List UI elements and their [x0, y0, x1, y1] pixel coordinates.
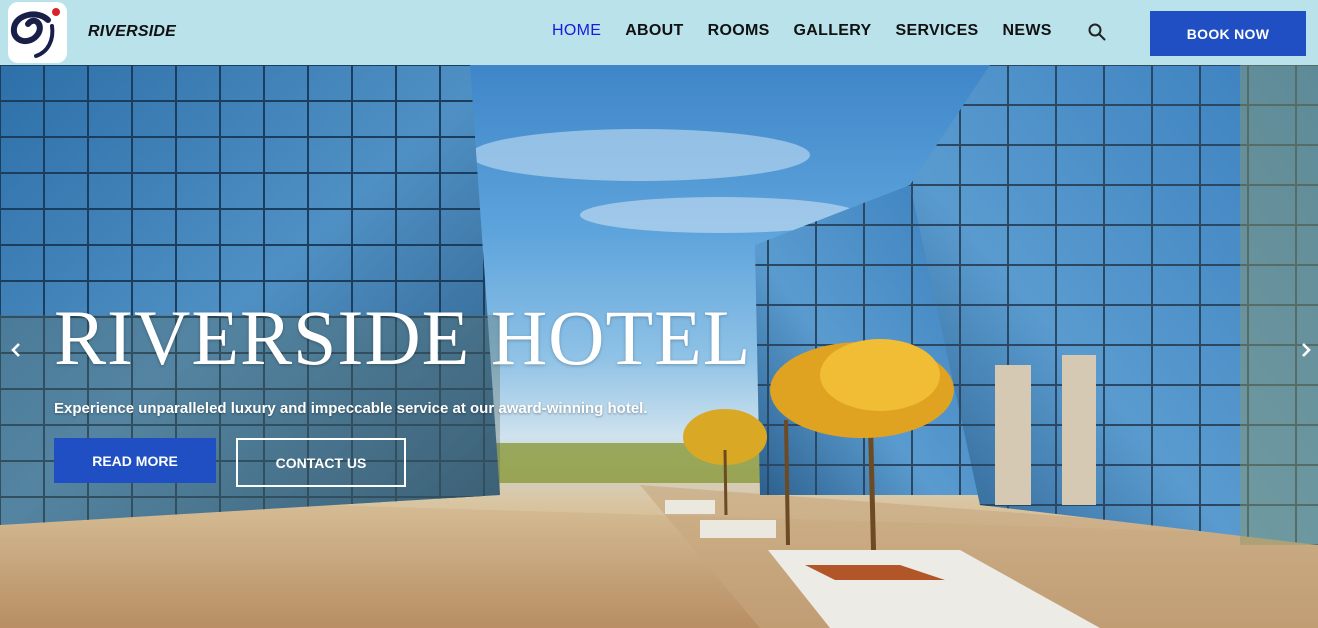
nav-gallery[interactable]: GALLERY	[794, 22, 872, 40]
main-nav: HOME ABOUT ROOMS GALLERY SERVICES NEWS	[552, 22, 1076, 40]
chevron-left-icon[interactable]	[8, 340, 24, 360]
site-header: RIVERSIDE HOME ABOUT ROOMS GALLERY SERVI…	[0, 0, 1318, 65]
logo-mark-icon	[10, 8, 60, 58]
hotel-logo[interactable]	[8, 2, 67, 63]
nav-home[interactable]: HOME	[552, 22, 601, 40]
nav-rooms[interactable]: ROOMS	[708, 22, 770, 40]
read-more-button[interactable]: READ MORE	[54, 438, 216, 483]
search-icon[interactable]	[1088, 23, 1106, 41]
contact-us-button[interactable]: CONTACT US	[236, 438, 406, 487]
hero-slider: RIVERSIDE HOTEL Experience unparalleled …	[0, 65, 1318, 628]
hero-subtitle: Experience unparalleled luxury and impec…	[54, 400, 648, 417]
nav-services[interactable]: SERVICES	[896, 22, 979, 40]
nav-about[interactable]: ABOUT	[625, 22, 683, 40]
hero-title: RIVERSIDE HOTEL	[54, 294, 752, 381]
chevron-right-icon[interactable]	[1298, 340, 1314, 360]
book-now-button[interactable]: BOOK NOW	[1150, 11, 1306, 56]
nav-news[interactable]: NEWS	[1003, 22, 1052, 40]
brand-name[interactable]: RIVERSIDE	[88, 23, 176, 41]
